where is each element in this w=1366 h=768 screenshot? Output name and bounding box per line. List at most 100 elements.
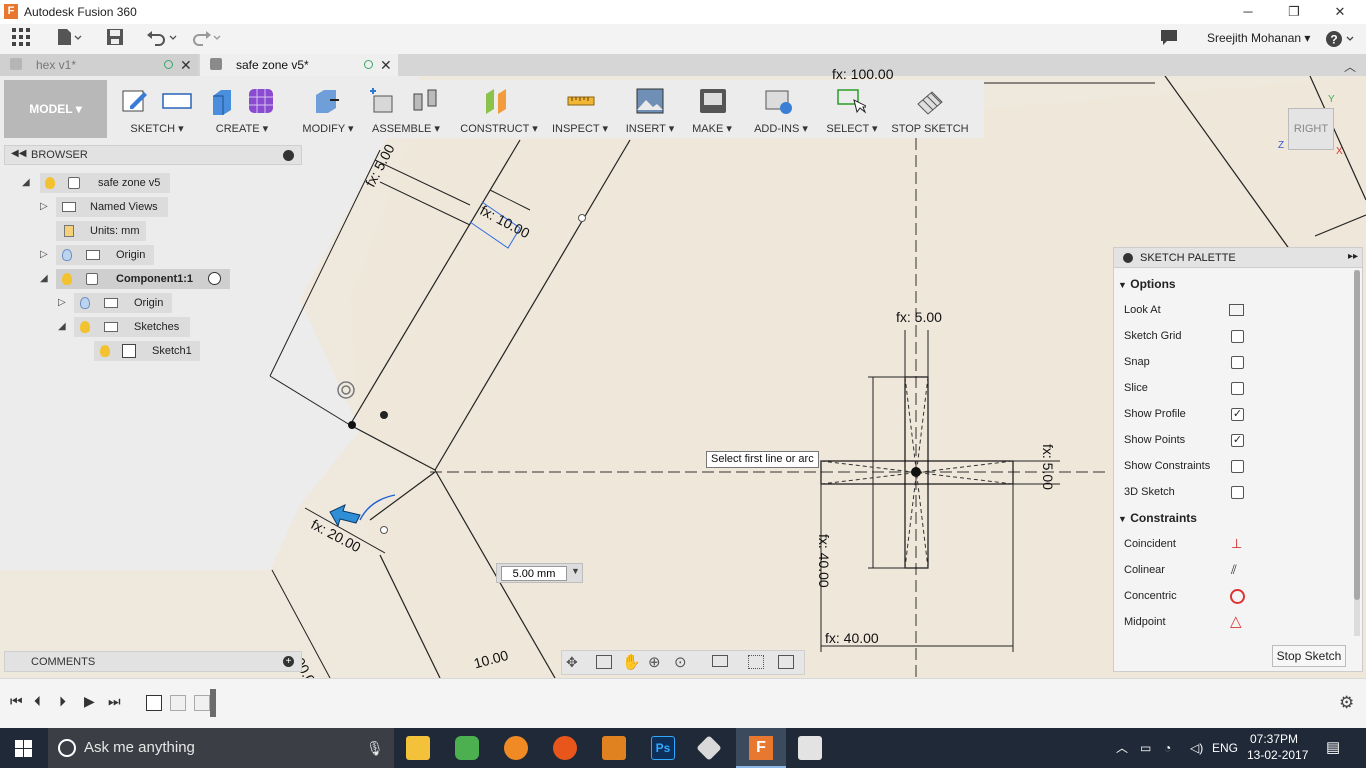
extrude-icon[interactable] — [208, 86, 238, 116]
look-at-icon[interactable] — [1229, 304, 1244, 316]
app-icon[interactable] — [696, 735, 722, 761]
help-icon[interactable]: ? — [1325, 29, 1357, 51]
midpoint-icon[interactable]: △ — [1230, 609, 1242, 635]
joint-icon[interactable] — [410, 86, 440, 116]
look-at-icon[interactable] — [596, 655, 612, 669]
press-pull-icon[interactable] — [312, 86, 342, 116]
grid-settings-icon[interactable] — [748, 655, 764, 669]
file-menu-icon[interactable] — [56, 28, 82, 50]
collapse-arrow-icon[interactable]: ◢ — [40, 273, 48, 284]
workspace-switcher[interactable]: MODEL ▾ — [4, 80, 107, 138]
offset-plane-icon[interactable] — [482, 86, 512, 116]
coincident-icon[interactable]: ⊥ — [1231, 531, 1242, 557]
option-3d-sketch[interactable]: 3D Sketch — [1114, 479, 1350, 505]
insert-image-icon[interactable] — [635, 86, 665, 116]
show-constraints-checkbox[interactable] — [1231, 460, 1244, 473]
stop-sketch-group[interactable]: STOP SKETCH — [890, 80, 970, 138]
dimension-label[interactable]: fx: 5.00 — [1040, 444, 1056, 490]
collapse-palette-icon[interactable] — [1123, 253, 1133, 263]
undo-icon[interactable] — [146, 28, 180, 50]
concentric-icon[interactable] — [1230, 589, 1245, 604]
sketch-group[interactable]: SKETCH ▾ — [112, 80, 202, 138]
constraint-midpoint[interactable]: Midpoint △ — [1114, 609, 1350, 635]
step-back-icon[interactable]: ⏴ — [34, 693, 41, 710]
make-group[interactable]: MAKE ▾ — [684, 80, 740, 138]
viewports-icon[interactable] — [778, 655, 794, 669]
constraint-colinear[interactable]: Colinear ⫽ — [1114, 557, 1350, 583]
close-tab-icon[interactable]: ✕ — [380, 54, 392, 76]
create-sketch-icon[interactable] — [120, 86, 150, 116]
collapse-arrow-icon[interactable]: ◢ — [22, 177, 30, 188]
constraint-coincident[interactable]: Coincident ⊥ — [1114, 531, 1350, 557]
redo-icon[interactable] — [190, 28, 224, 50]
file-explorer-icon[interactable] — [406, 736, 430, 760]
expand-palette-icon[interactable]: ▸▸ — [1348, 251, 1358, 262]
tree-item-sketches[interactable]: Sketches — [74, 317, 190, 337]
microphone-icon[interactable]: 🎙 — [366, 728, 384, 768]
tree-item-units[interactable]: Units: mm — [56, 221, 146, 241]
blender-icon[interactable] — [504, 736, 528, 760]
data-panel-grid-icon[interactable] — [12, 28, 30, 50]
pan-icon[interactable]: ✋ — [622, 653, 641, 671]
add-comment-icon[interactable]: + — [283, 656, 294, 667]
option-show-points[interactable]: Show Points ✓ — [1114, 427, 1350, 453]
close-tab-icon[interactable]: ✕ — [180, 54, 192, 76]
option-snap[interactable]: Snap — [1114, 349, 1350, 375]
add-ins-group[interactable]: ADD-INS ▾ — [748, 80, 814, 138]
colinear-icon[interactable]: ⫽ — [1231, 557, 1237, 583]
cortana-search-box[interactable]: Ask me anything 🎙 — [48, 728, 394, 768]
show-hidden-icons[interactable]: ︿ — [1116, 728, 1128, 768]
play-icon[interactable]: ⏵ — [59, 693, 66, 710]
action-center-icon[interactable]: ▤ — [1326, 728, 1340, 768]
visibility-bulb-icon[interactable] — [80, 297, 90, 309]
clock-time[interactable]: 07:37PM — [1250, 732, 1298, 747]
constraints-section-header[interactable]: ▼ Constraints — [1118, 505, 1197, 531]
timeline-sketch-icon[interactable] — [146, 695, 162, 711]
3d-print-icon[interactable] — [698, 86, 728, 116]
sketch-grid-checkbox[interactable] — [1231, 330, 1244, 343]
dimension-label[interactable]: fx: 40.00 — [816, 534, 832, 588]
tree-item-origin-child[interactable]: Origin — [74, 293, 172, 313]
tree-item-sketch1[interactable]: Sketch1 — [94, 341, 200, 361]
show-points-checkbox[interactable]: ✓ — [1231, 434, 1244, 447]
timeline-sketch-icon[interactable] — [194, 695, 210, 711]
display-settings-icon[interactable] — [712, 655, 728, 667]
save-icon[interactable] — [106, 28, 124, 50]
activate-component-icon[interactable] — [208, 272, 221, 285]
windows-start-icon[interactable] — [15, 740, 32, 757]
tree-item-component[interactable]: Component1:1 — [56, 269, 230, 289]
collapse-browser-icon[interactable]: ◀◀ — [11, 148, 26, 159]
option-look-at[interactable]: Look At — [1114, 297, 1350, 323]
option-slice[interactable]: Slice — [1114, 375, 1350, 401]
option-show-profile[interactable]: Show Profile ✓ — [1114, 401, 1350, 427]
close-window-button[interactable]: ✕ — [1317, 2, 1363, 22]
tab-safe-zone-v5[interactable]: safe zone v5* ✕ — [200, 54, 398, 76]
dimension-label[interactable]: fx: 40.00 — [825, 630, 879, 646]
timeline-sketch-icon[interactable] — [170, 695, 186, 711]
expand-arrow-icon[interactable]: ▷ — [40, 201, 48, 212]
fusion360-taskbar-button[interactable]: F — [736, 728, 786, 768]
timeline-marker[interactable] — [210, 689, 216, 717]
browser-pin-icon[interactable] — [283, 150, 294, 161]
new-component-icon[interactable] — [368, 86, 398, 116]
timeline-settings-gear-icon[interactable]: ⚙ — [1339, 693, 1354, 713]
go-to-end-icon[interactable]: ⏭ — [108, 693, 121, 710]
tab-hex-v1[interactable]: hex v1* ✕ — [0, 54, 198, 76]
expand-arrow-icon[interactable]: ▷ — [40, 249, 48, 260]
tree-item-origin[interactable]: Origin — [56, 245, 154, 265]
clock-date[interactable]: 13-02-2017 — [1247, 748, 1308, 763]
pdf-app-icon[interactable] — [602, 736, 626, 760]
form-icon[interactable] — [246, 86, 276, 116]
viewcube[interactable]: Y RIGHT Z X — [1278, 94, 1358, 160]
app-icon[interactable] — [798, 736, 822, 760]
volume-icon[interactable]: ◁) — [1190, 728, 1203, 768]
comments-panel[interactable]: COMMENTS + — [4, 651, 302, 672]
firefox-icon[interactable] — [553, 736, 577, 760]
tree-item-root[interactable]: safe zone v5 — [40, 173, 170, 193]
orbit-icon[interactable]: ✥ — [566, 654, 578, 671]
snap-checkbox[interactable] — [1231, 356, 1244, 369]
visibility-bulb-icon[interactable] — [80, 321, 90, 333]
constraint-concentric[interactable]: Concentric — [1114, 583, 1350, 609]
user-account-menu[interactable]: Sreejith Mohanan ▾ — [1207, 31, 1310, 45]
fit-icon[interactable]: ⊙ — [674, 653, 687, 671]
